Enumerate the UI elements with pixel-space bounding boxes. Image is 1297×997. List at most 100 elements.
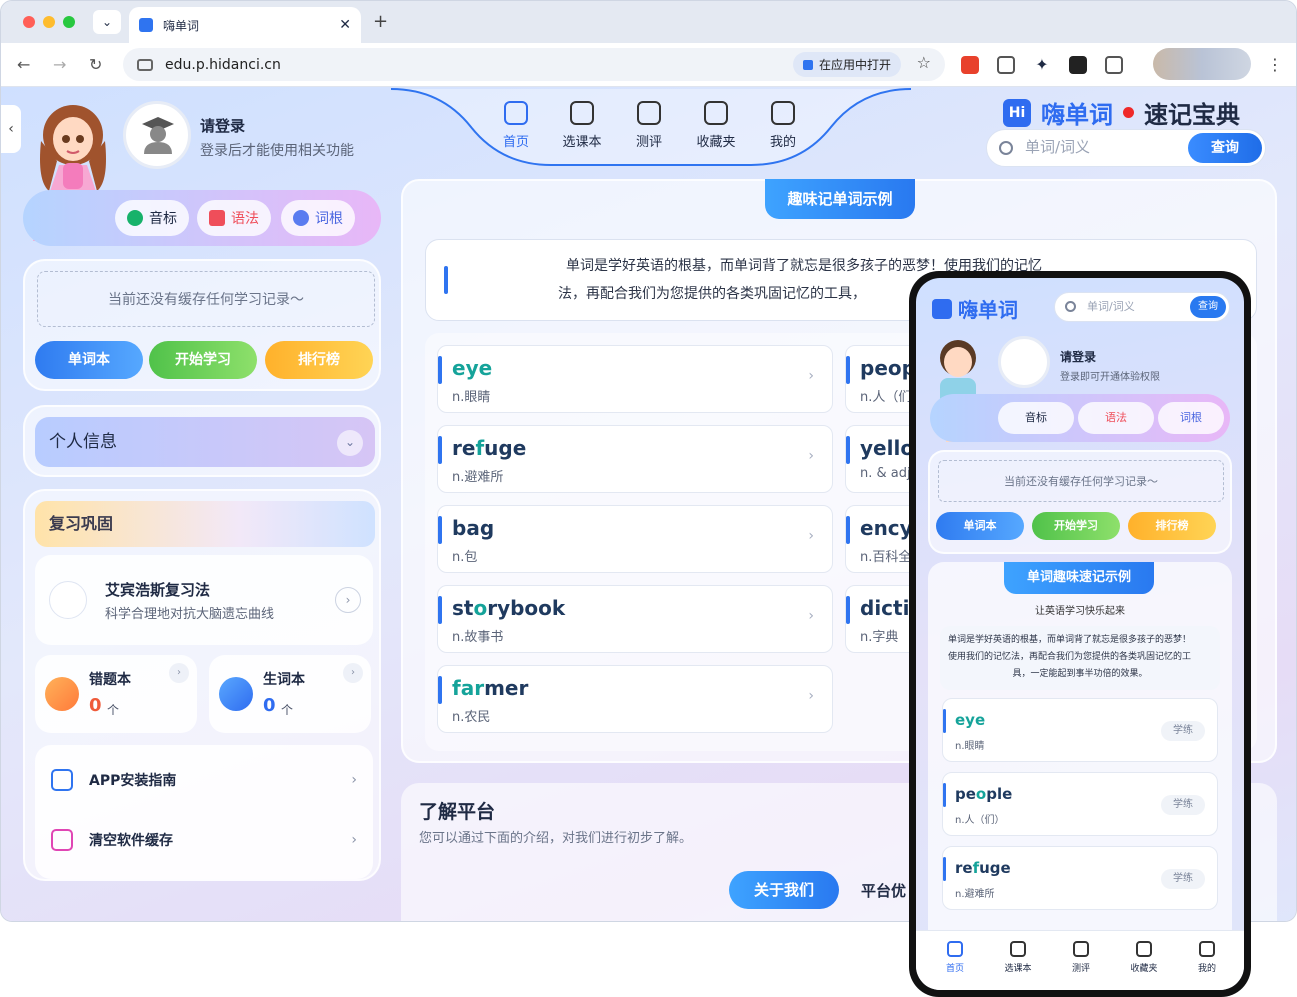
mobile-empty-history: 当前还没有缓存任何学习记录～ <box>938 460 1224 502</box>
about-us-button[interactable]: 关于我们 <box>729 871 839 909</box>
mobile-wordbook-button[interactable]: 单词本 <box>936 512 1024 540</box>
mobile-word-card[interactable]: people n.人（们） 学练 <box>942 772 1218 836</box>
nav-textbook[interactable]: 选课本 <box>557 101 607 150</box>
word-meaning: n.避难所 <box>452 470 504 485</box>
menu-icon[interactable]: ⋮ <box>1267 55 1283 74</box>
start-learning-button[interactable]: 开始学习 <box>149 341 257 379</box>
mobile-tab-me[interactable]: 我的 <box>1182 941 1232 974</box>
nav-favorites[interactable]: 收藏夹 <box>691 101 741 150</box>
browser-tab[interactable]: 嗨单词 ✕ <box>129 7 361 43</box>
mobile-screen: 嗨单词 单词/词义 查询 请登录 登录即可开通体验权限 音标 语法 词根 当前还没… <box>916 278 1244 990</box>
nav-me-label: 我的 <box>769 135 796 150</box>
wrong-book-unit: 个 <box>107 703 120 717</box>
url-field[interactable]: edu.p.hidanci.cn 在应用中打开 ☆ <box>123 48 945 81</box>
mobile-search[interactable]: 单词/词义 查询 <box>1054 292 1230 322</box>
sparkle-icon[interactable]: ✦ <box>1033 56 1051 74</box>
forward-icon[interactable]: → <box>53 55 66 74</box>
mobile-avatar[interactable] <box>998 336 1050 388</box>
practice-button[interactable]: 学练 <box>1161 795 1205 815</box>
tab-list-button[interactable]: ⌄ <box>93 10 121 34</box>
mobile-login-title[interactable]: 请登录 <box>1060 348 1096 365</box>
mobile-tab-favorites[interactable]: 收藏夹 <box>1119 941 1169 974</box>
main-nav: 首页 选课本 测评 收藏夹 我的 <box>381 87 921 169</box>
grammar-icon <box>209 210 225 226</box>
word-meaning: n. & adj <box>860 466 911 481</box>
new-tab-icon[interactable]: + <box>373 11 388 32</box>
mobile-leaderboard-button[interactable]: 排行榜 <box>1128 512 1216 540</box>
site-info-icon[interactable] <box>137 58 153 71</box>
nav-test[interactable]: 测评 <box>624 101 674 150</box>
ebbinghaus-title: 艾宾浩斯复习法 <box>105 581 211 599</box>
word-text: refuge <box>955 859 1011 877</box>
mobile-history-card: 当前还没有缓存任何学习记录～ 单词本 开始学习 排行榜 <box>928 450 1232 554</box>
brand-slogan: 速记宝典 <box>1144 101 1240 129</box>
mobile-intro-line: 具，一定能起到事半功倍的效果。 <box>1012 669 1148 679</box>
clear-cache-item[interactable]: 清空软件缓存 › <box>51 815 357 865</box>
search-button[interactable]: 查询 <box>1188 133 1262 163</box>
wordbook-button[interactable]: 单词本 <box>35 341 143 379</box>
mobile-start-learning-button[interactable]: 开始学习 <box>1032 512 1120 540</box>
collapse-sidebar-icon[interactable]: ‹ <box>1 105 21 153</box>
word-text: ency <box>860 516 913 540</box>
mobile-tools-bar: 音标 语法 词根 <box>930 394 1230 442</box>
reload-icon[interactable]: ↻ <box>89 55 102 74</box>
nav-home[interactable]: 首页 <box>491 101 541 150</box>
grammar-chip[interactable]: 语法 <box>197 200 271 236</box>
word-card[interactable]: storybook n.故事书 › <box>437 585 833 653</box>
new-words-count: 0 <box>263 695 276 716</box>
word-card[interactable]: refuge n.避难所 › <box>437 425 833 493</box>
mobile-tab-home[interactable]: 首页 <box>930 941 980 974</box>
wrong-book-item[interactable]: 错题本 0 个 › <box>35 655 197 733</box>
extension-icon[interactable] <box>1069 56 1087 74</box>
chevron-right-icon: › <box>808 608 814 624</box>
extension-icon[interactable] <box>961 56 979 74</box>
word-meaning: n.字典 <box>860 630 899 645</box>
ebbinghaus-subtitle: 科学合理地对抗大脑遗忘曲线 <box>105 607 275 622</box>
new-words-item[interactable]: 生词本 0 个 › <box>209 655 371 733</box>
word-card[interactable]: farmer n.农民 › <box>437 665 833 733</box>
qr-code-icon[interactable] <box>997 56 1015 74</box>
tab-bar: ⌄ 嗨单词 ✕ + <box>1 1 1296 43</box>
back-icon[interactable]: ← <box>17 55 30 74</box>
app-install-guide-item[interactable]: APP安装指南 › <box>51 755 357 805</box>
practice-button[interactable]: 学练 <box>1161 869 1205 889</box>
root-chip[interactable]: 词根 <box>281 200 355 236</box>
personal-info-label: 个人信息 <box>49 432 117 452</box>
mobile-search-button[interactable]: 查询 <box>1190 296 1226 318</box>
mobile-tab-textbook[interactable]: 选课本 <box>993 941 1043 974</box>
minimize-window-button[interactable] <box>43 16 55 28</box>
mobile-root-chip[interactable]: 词根 <box>1158 402 1224 434</box>
bookmark-star-icon[interactable]: ☆ <box>917 53 931 72</box>
nav-me[interactable]: 我的 <box>758 101 808 150</box>
ebbinghaus-item[interactable]: 艾宾浩斯复习法 科学合理地对抗大脑遗忘曲线 › <box>35 555 373 645</box>
mobile-word-card[interactable]: eye n.眼睛 学练 <box>942 698 1218 762</box>
nav-textbook-label: 选课本 <box>562 135 602 150</box>
word-text: storybook <box>452 596 566 620</box>
word-accent <box>438 516 442 544</box>
word-text: bag <box>452 516 495 540</box>
search-input[interactable] <box>1025 138 1175 156</box>
open-in-app-button[interactable]: 在应用中打开 <box>792 52 901 77</box>
word-meaning: n.人（们 <box>860 390 912 405</box>
personal-info-toggle[interactable]: 个人信息 ⌄ <box>35 417 375 467</box>
chevron-right-icon: › <box>808 368 814 384</box>
platform-advantage-tab[interactable]: 平台优 <box>861 880 906 901</box>
profile-avatar[interactable] <box>1153 48 1251 80</box>
mobile-grammar-chip[interactable]: 语法 <box>1078 402 1154 434</box>
puzzle-icon[interactable] <box>1105 56 1123 74</box>
word-card[interactable]: bag n.包 › <box>437 505 833 573</box>
word-card[interactable]: eye n.眼睛 › <box>437 345 833 413</box>
mobile-tab-test[interactable]: 测评 <box>1056 941 1106 974</box>
close-window-button[interactable] <box>23 16 35 28</box>
user-avatar[interactable] <box>123 101 191 169</box>
word-root-icon <box>293 210 309 226</box>
close-tab-icon[interactable]: ✕ <box>339 17 351 33</box>
open-in-app-label: 在应用中打开 <box>818 58 891 72</box>
leaderboard-button[interactable]: 排行榜 <box>265 341 373 379</box>
login-title[interactable]: 请登录 <box>200 115 245 136</box>
practice-button[interactable]: 学练 <box>1161 721 1205 741</box>
mobile-phonetic-chip[interactable]: 音标 <box>998 402 1074 434</box>
maximize-window-button[interactable] <box>63 16 75 28</box>
mobile-word-card[interactable]: refuge n.避难所 学练 <box>942 846 1218 910</box>
phonetic-chip[interactable]: 音标 <box>115 200 189 236</box>
